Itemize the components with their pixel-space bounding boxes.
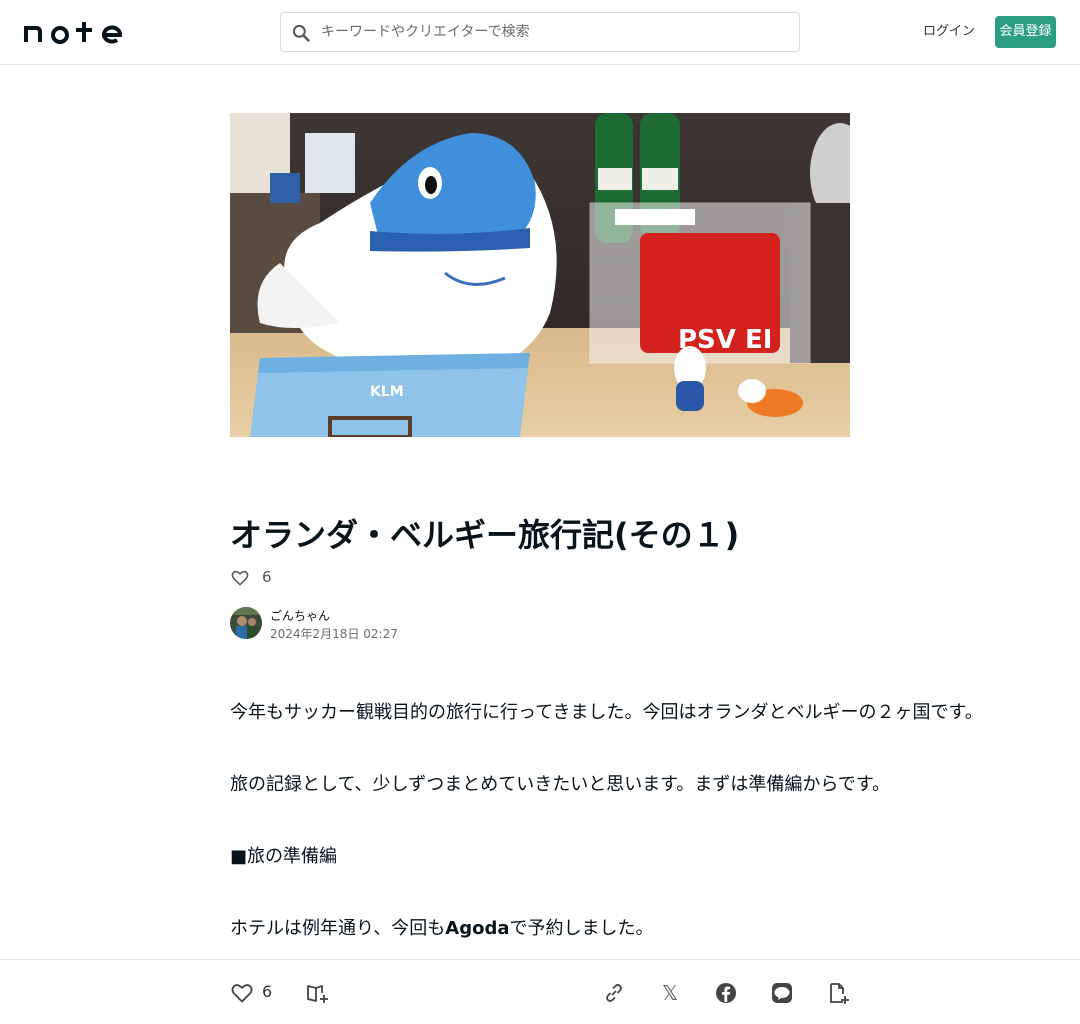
facebook-icon[interactable] [714, 981, 738, 1005]
line-icon[interactable] [770, 981, 794, 1005]
author-avatar[interactable] [230, 607, 262, 639]
link-icon[interactable] [602, 981, 626, 1005]
hero-photo: KLM PSV EI [230, 113, 850, 437]
article-action-bar: 6 𝕏 [0, 959, 1080, 1024]
heart-icon[interactable] [230, 981, 254, 1005]
article-paragraph: 今年もサッカー観戦目的の旅行に行ってきました。今回はオランダとベルギーの２ヶ国で… [230, 702, 983, 723]
paragraph-text: で予約しました。 [509, 918, 654, 939]
search-box[interactable] [280, 12, 800, 52]
article-title: オランダ・ベルギー旅行記(その１) [230, 516, 740, 554]
svg-text:KLM: KLM [370, 384, 404, 400]
article-hero-image: KLM PSV EI [230, 113, 850, 437]
like-count: 6 [262, 568, 272, 586]
clip-icon[interactable] [826, 981, 850, 1005]
search-input[interactable] [321, 19, 781, 45]
like-count: 6 [262, 982, 273, 1001]
search-icon [292, 24, 310, 42]
publish-date: 2024年2月18日 02:27 [270, 627, 398, 641]
note-logo-mark [24, 22, 122, 44]
x-icon[interactable]: 𝕏 [658, 981, 682, 1005]
signup-button[interactable]: 会員登録 [995, 16, 1056, 48]
article-heading: ■旅の準備編 [230, 846, 338, 867]
article-paragraph: 旅の記録として、少しずつまとめていきたいと思います。まずは準備編からです。 [230, 774, 891, 795]
article-paragraph: ホテルは例年通り、今回もAgodaで予約しました。 [230, 914, 870, 944]
heart-icon [231, 570, 249, 586]
site-header: ログイン 会員登録 [0, 0, 1080, 65]
author-name[interactable]: ごんちゃん [270, 608, 330, 624]
avatar-image [230, 607, 262, 639]
paragraph-text: ホテルは例年通り、今回も [230, 918, 446, 939]
note-logo[interactable] [24, 18, 124, 46]
paragraph-bold-text: Agoda [445, 918, 510, 939]
magazine-add-icon[interactable] [305, 981, 329, 1005]
login-button[interactable]: ログイン [922, 20, 976, 44]
